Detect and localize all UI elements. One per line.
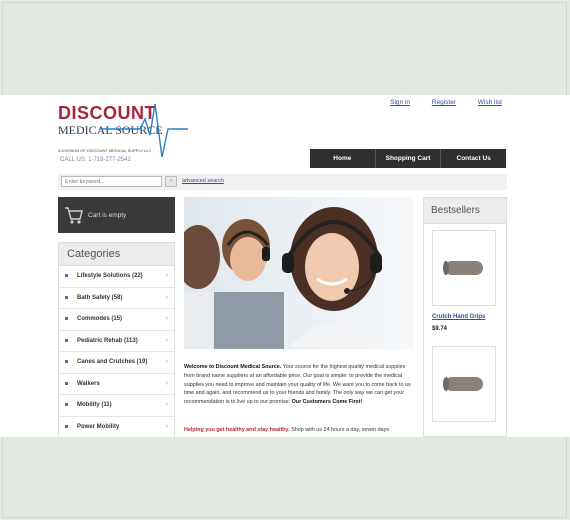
chevron-right-icon: › bbox=[165, 401, 168, 408]
customer-service-photo bbox=[184, 197, 414, 349]
category-label: Walkers bbox=[77, 380, 100, 387]
link-separator: · bbox=[465, 99, 468, 106]
nav-contact-us[interactable]: Contact Us bbox=[440, 149, 506, 168]
call-us-text: CALL US: 1-719-277-2542 bbox=[60, 157, 131, 163]
crutch-grip-image bbox=[443, 377, 483, 391]
category-item[interactable]: Walkers › bbox=[59, 374, 174, 395]
bestsellers-title: Bestsellers bbox=[424, 198, 506, 224]
bestsellers-panel: Bestsellers Crutch Hand Grips $9.74 bbox=[423, 197, 507, 437]
main-nav: Home Shopping Cart Contact Us bbox=[310, 149, 506, 168]
bullet-icon bbox=[65, 338, 68, 342]
category-item[interactable]: Canes and Crutches (19) › bbox=[59, 352, 174, 374]
category-label: Mobility (11) bbox=[77, 402, 112, 408]
chevron-right-icon: › bbox=[165, 358, 168, 365]
welcome-promise: Our Customers Come First! bbox=[291, 398, 363, 405]
chevron-right-icon: › bbox=[165, 315, 168, 322]
product-image[interactable] bbox=[432, 346, 496, 422]
crutch-grip-image bbox=[443, 261, 483, 275]
nav-home[interactable]: Home bbox=[310, 149, 375, 168]
category-label: Canes and Crutches (19) bbox=[77, 359, 148, 365]
advanced-search-link[interactable]: advanced search bbox=[182, 178, 224, 184]
chevron-right-icon: › bbox=[165, 379, 168, 387]
category-item[interactable]: Bath Safety (58) › bbox=[59, 288, 174, 309]
chevron-right-icon: › bbox=[165, 422, 168, 430]
category-label: Commodes (15) bbox=[77, 316, 123, 322]
bullet-icon bbox=[65, 360, 68, 363]
category-item[interactable]: Mobility (11) › bbox=[59, 395, 174, 417]
shopping-cart-icon bbox=[65, 207, 83, 224]
account-links: Sign in · Register · Wish list bbox=[382, 99, 502, 106]
cart-status: Cart is empty bbox=[88, 212, 127, 219]
categories-title: Categories bbox=[59, 243, 174, 266]
bullet-icon bbox=[65, 381, 68, 385]
top-background-band bbox=[0, 0, 570, 95]
product-price: $9.74 bbox=[432, 326, 448, 332]
category-item[interactable]: Power Mobility › bbox=[59, 417, 174, 438]
product-name-link[interactable]: Crutch Hand Grips bbox=[432, 314, 485, 320]
heartbeat-logo-icon bbox=[100, 103, 188, 158]
bullet-icon bbox=[65, 274, 68, 277]
register-link[interactable]: Register bbox=[432, 99, 456, 106]
helping-text: Helping you get healthy and stay healthy… bbox=[184, 427, 414, 433]
nav-shopping-cart[interactable]: Shopping Cart bbox=[374, 149, 441, 168]
bottom-background-band bbox=[0, 437, 570, 520]
product-image[interactable] bbox=[432, 230, 496, 306]
welcome-text: Welcome to Discount Medical Source. Your… bbox=[184, 363, 414, 406]
bullet-icon bbox=[65, 317, 68, 320]
search-input[interactable] bbox=[61, 176, 162, 187]
website-viewport: DISCOUNT MEDICAL SOURCE A DIVISION OF DI… bbox=[0, 95, 570, 437]
search-bar: › advanced search bbox=[58, 174, 507, 190]
bullet-icon bbox=[65, 295, 68, 299]
bullet-icon bbox=[65, 403, 68, 406]
search-go-icon: › bbox=[170, 178, 172, 184]
search-button[interactable]: › bbox=[165, 176, 177, 187]
category-item[interactable]: Lifestyle Solutions (22) › bbox=[59, 266, 174, 288]
chevron-right-icon: › bbox=[165, 272, 168, 279]
chevron-right-icon: › bbox=[165, 336, 168, 344]
hero-image bbox=[184, 197, 414, 349]
cart-box[interactable]: Cart is empty bbox=[58, 197, 175, 233]
categories-panel: Categories Lifestyle Solutions (22) › Ba… bbox=[58, 242, 175, 437]
category-label: Pediatric Rehab (113) bbox=[77, 337, 138, 344]
category-label: Power Mobility bbox=[77, 423, 120, 430]
link-separator: · bbox=[419, 99, 422, 106]
bullet-icon bbox=[65, 424, 68, 428]
helping-title: Helping you get healthy and stay healthy… bbox=[184, 427, 290, 433]
category-label: Lifestyle Solutions (22) bbox=[77, 273, 143, 279]
wish-list-link[interactable]: Wish list bbox=[478, 99, 502, 106]
category-item[interactable]: Commodes (15) › bbox=[59, 309, 174, 331]
chevron-right-icon: › bbox=[165, 293, 168, 301]
sign-in-link[interactable]: Sign in bbox=[390, 99, 410, 106]
category-item[interactable]: Pediatric Rehab (113) › bbox=[59, 331, 174, 352]
welcome-title: Welcome to Discount Medical Source. bbox=[184, 364, 282, 371]
helping-body: Shop with us 24 hours a day, seven days bbox=[289, 427, 390, 433]
category-label: Bath Safety (58) bbox=[77, 294, 123, 301]
